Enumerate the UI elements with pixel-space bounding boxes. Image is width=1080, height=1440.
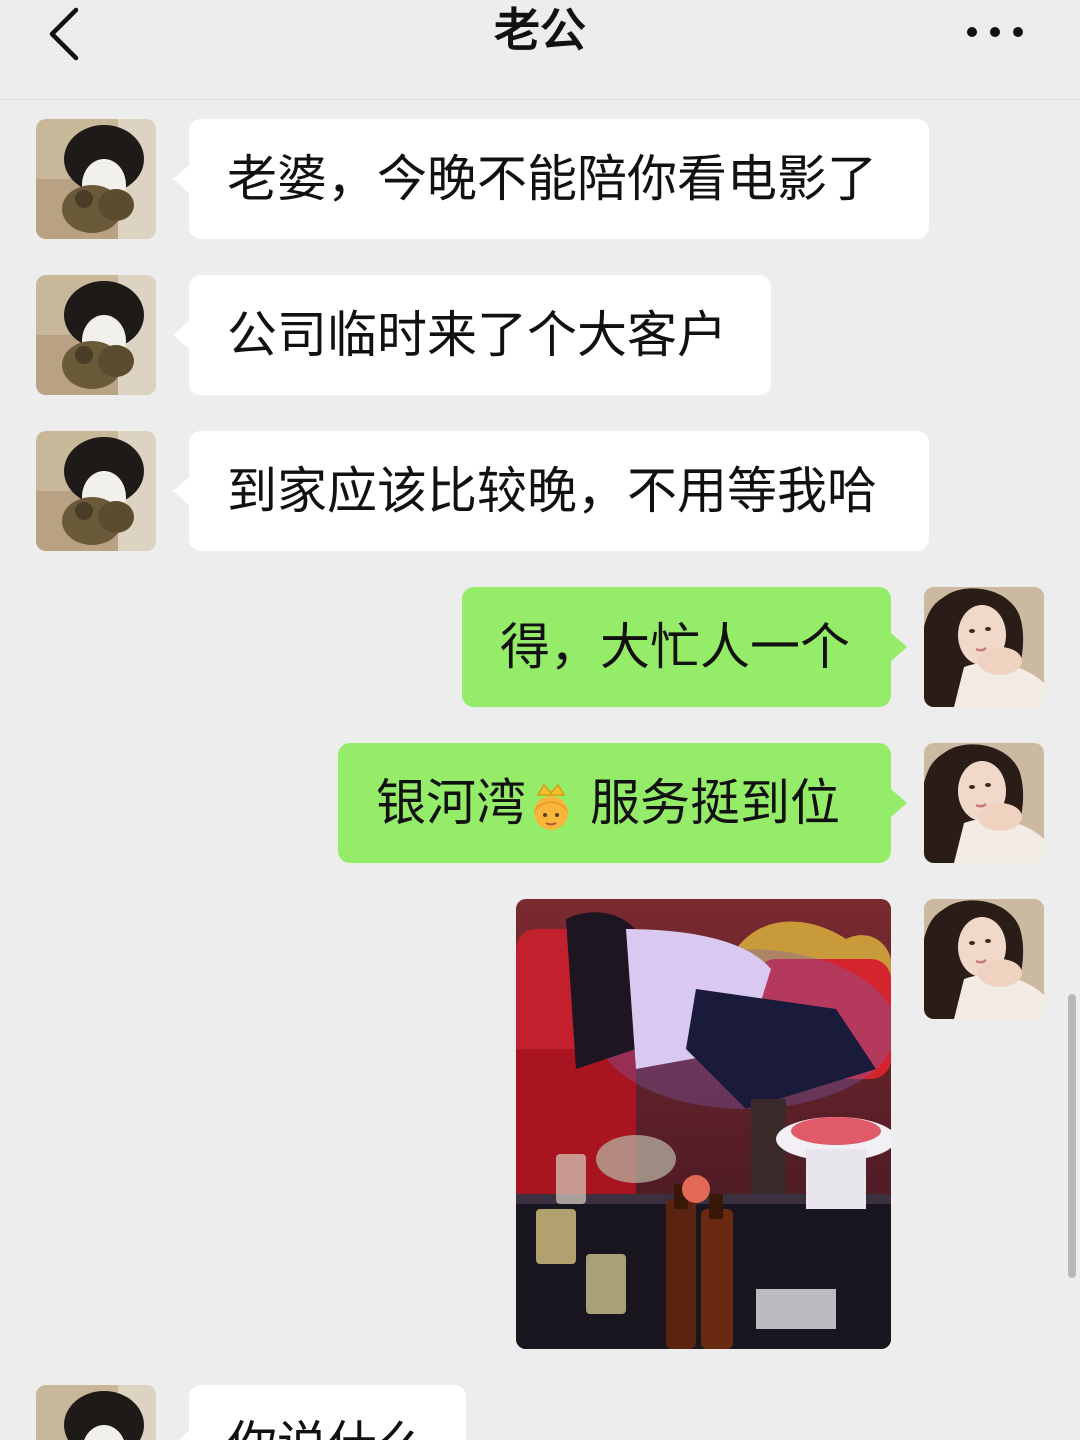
message-bubble[interactable]: 银河湾 服务挺到位	[338, 743, 907, 863]
dog-avatar-image	[36, 119, 156, 239]
message-text: 得，大忙人一个	[500, 618, 850, 676]
message-outgoing: 得，大忙人一个	[0, 587, 1080, 707]
more-options-button[interactable]	[962, 12, 1028, 52]
message-text: 老婆，今晚不能陪你看电影了	[227, 150, 877, 208]
message-bubble[interactable]: 到家应该比较晚，不用等我哈	[173, 431, 929, 551]
avatar-self[interactable]	[924, 743, 1044, 863]
message-bubble[interactable]: 你说什么	[173, 1385, 466, 1440]
chat-title: 老公	[494, 3, 586, 57]
avatar-husband[interactable]	[36, 431, 156, 551]
avatar-husband[interactable]	[36, 119, 156, 239]
message-text: 你说什么	[227, 1416, 427, 1440]
chat-header: 老公	[0, 0, 1080, 100]
avatar-self[interactable]	[924, 587, 1044, 707]
avatar-husband[interactable]	[36, 1385, 156, 1440]
message-incoming: 公司临时来了个大客户	[0, 275, 1080, 395]
princess-emoji-icon	[534, 783, 568, 830]
dog-avatar-image	[36, 431, 156, 551]
message-incoming: 到家应该比较晚，不用等我哈	[0, 431, 1080, 551]
woman-avatar-image	[924, 587, 1044, 707]
message-text: 到家应该比较晚，不用等我哈	[227, 462, 877, 520]
photo-image	[516, 899, 891, 1349]
message-photo[interactable]	[516, 899, 891, 1349]
message-bubble[interactable]: 得，大忙人一个	[462, 587, 907, 707]
woman-avatar-image	[924, 743, 1044, 863]
dog-avatar-image	[36, 1385, 156, 1440]
avatar-husband[interactable]	[36, 275, 156, 395]
avatar-self[interactable]	[924, 899, 1044, 1019]
chat-screen: 老公 老婆，今晚不能陪你看电影了 公司临时来了个大客户 到家应该比较晚，不用等我…	[0, 0, 1080, 1440]
message-incoming: 你说什么	[0, 1385, 1080, 1440]
message-text-after-emoji: 服务挺到位	[590, 774, 840, 832]
message-incoming: 老婆，今晚不能陪你看电影了	[0, 119, 1080, 239]
more-dots-icon	[967, 27, 1023, 37]
message-outgoing: 银河湾 服务挺到位	[0, 743, 1080, 863]
woman-avatar-image	[924, 899, 1044, 1019]
message-text: 公司临时来了个大客户	[227, 306, 727, 364]
message-bubble[interactable]: 公司临时来了个大客户	[173, 275, 771, 395]
dog-avatar-image	[36, 275, 156, 395]
message-bubble[interactable]: 老婆，今晚不能陪你看电影了	[173, 119, 929, 239]
message-text-before-emoji: 银河湾	[376, 774, 526, 832]
scrollbar[interactable]	[1068, 994, 1076, 1278]
